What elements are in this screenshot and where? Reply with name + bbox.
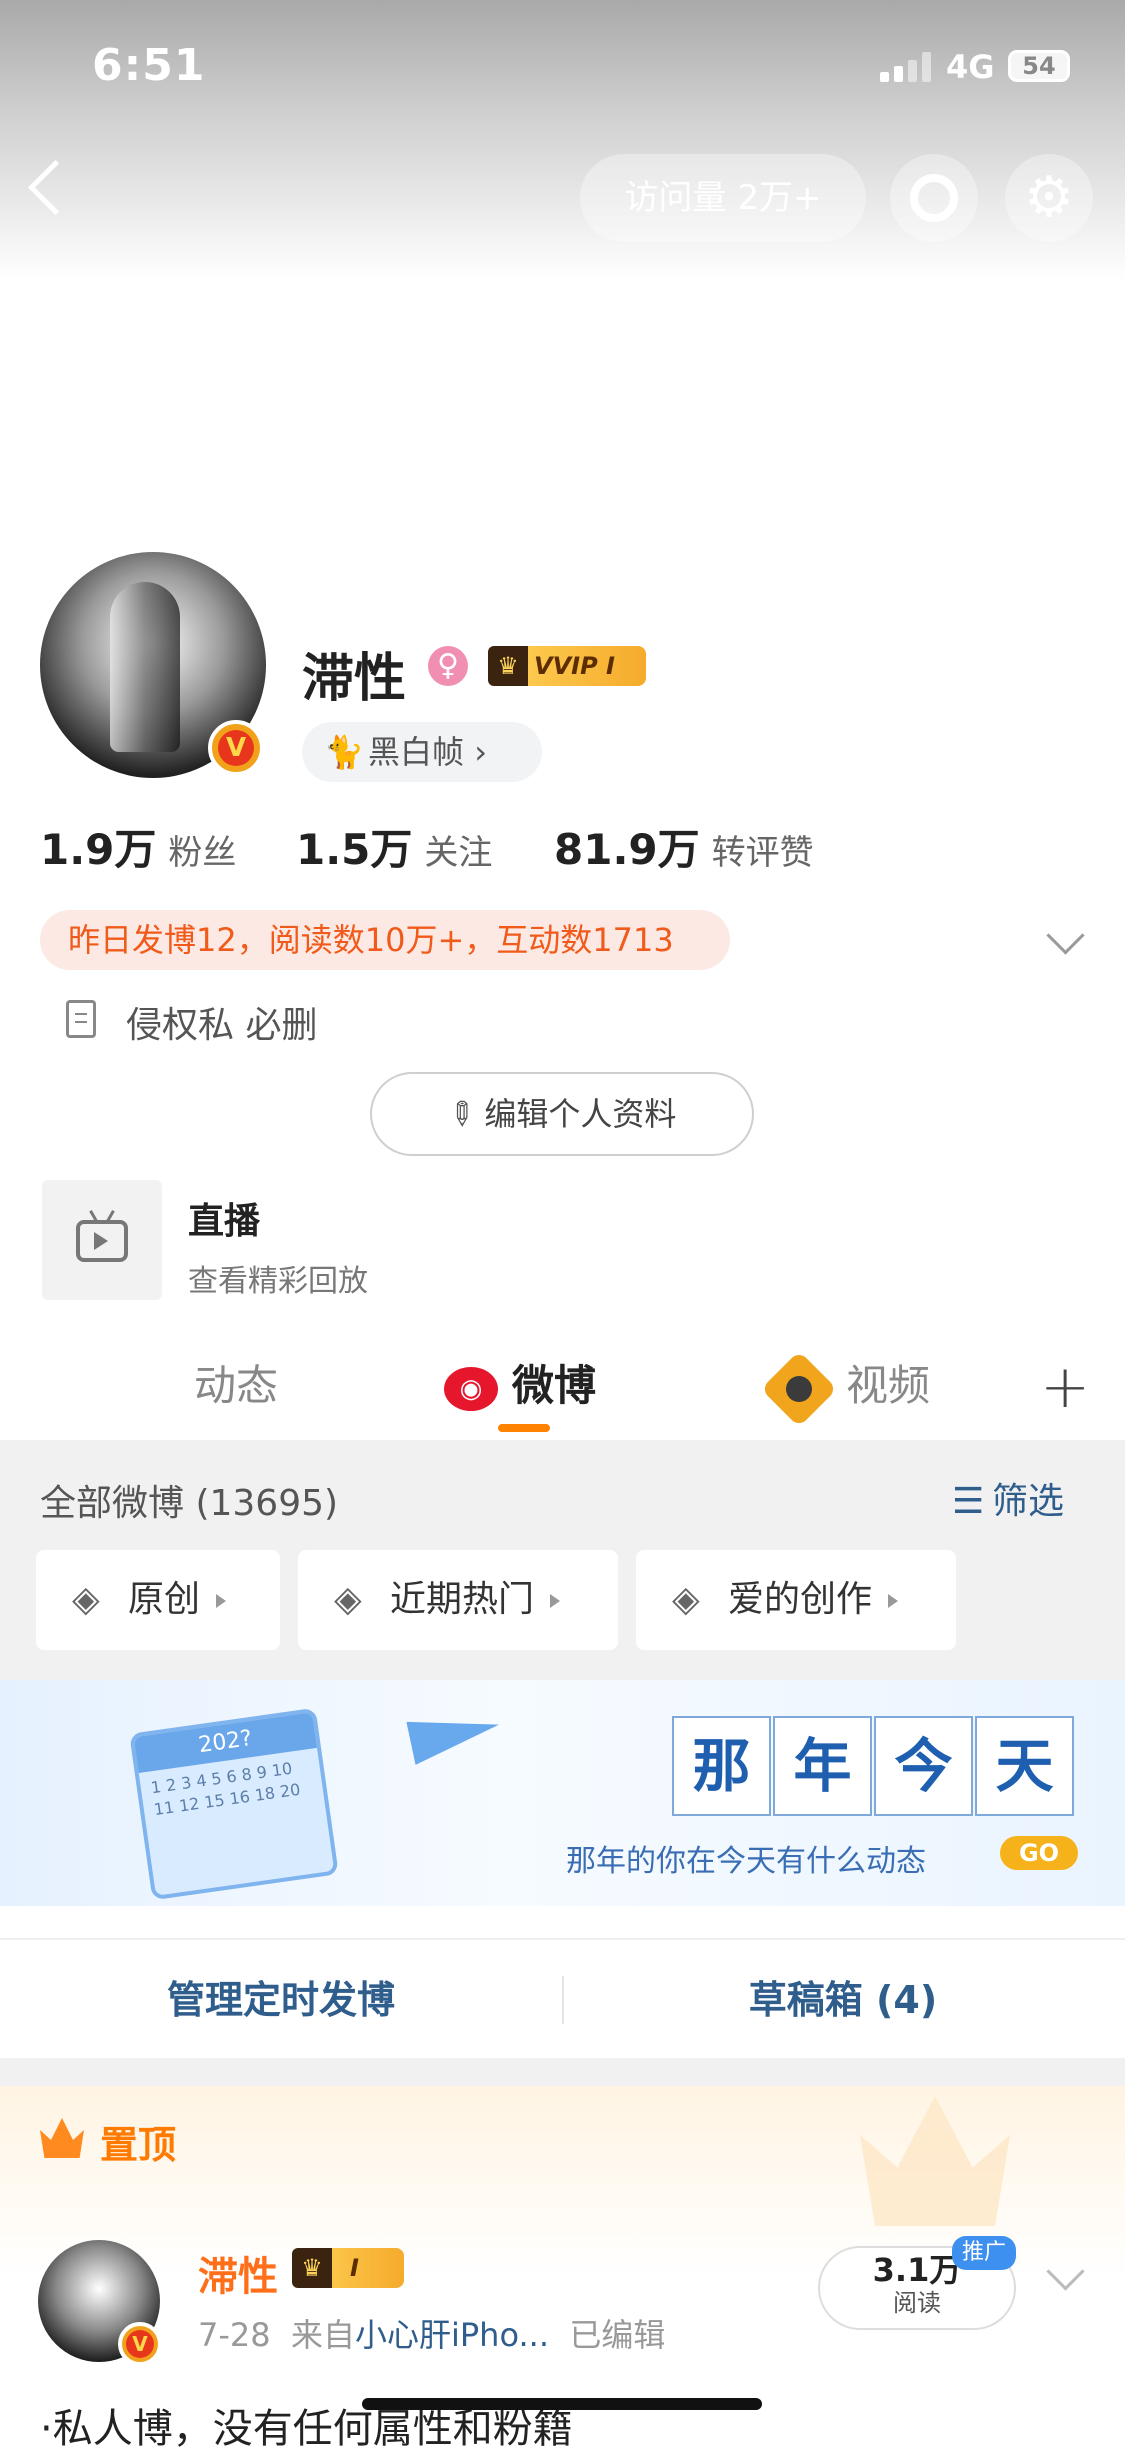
video-logo-icon xyxy=(760,1350,838,1427)
network-type: 4G xyxy=(946,48,995,86)
caret-right-icon xyxy=(888,1594,899,1608)
status-time: 6:51 xyxy=(92,40,206,91)
active-tab-indicator xyxy=(498,1424,550,1432)
verified-badge-small: V xyxy=(118,2322,162,2366)
post-source[interactable]: 小心肝iPho... xyxy=(355,2316,549,2354)
home-indicator xyxy=(362,2398,762,2410)
profile-bio: 侵权私 必删 xyxy=(126,1005,318,1046)
layers-icon: ◈ xyxy=(334,1579,362,1620)
section-separator xyxy=(0,2058,1125,2086)
pinned-label: 置顶 xyxy=(100,2123,177,2167)
profile-name: 滞性 xyxy=(302,649,407,709)
signal-icon xyxy=(880,52,932,82)
filter-icon: ☰ xyxy=(952,1481,985,1522)
likes-stat[interactable]: 81.9万 转评赞 xyxy=(554,816,814,877)
tv-icon xyxy=(76,1220,128,1262)
ring-icon xyxy=(910,174,958,222)
on-this-day-title: 那年今天 xyxy=(672,1716,1076,1816)
tab-video[interactable]: 视频 xyxy=(760,1350,930,1427)
caret-right-icon xyxy=(216,1594,227,1608)
live-title[interactable]: 直播 xyxy=(188,1192,260,1244)
calendar-icon: 202? 1 2 3 4 5 6 8 9 10 11 12 15 16 18 2… xyxy=(129,1707,339,1901)
post-meta: 7-28 来自小心肝iPho... 已编辑 xyxy=(198,2316,666,2354)
promote-badge[interactable]: 推广 xyxy=(952,2236,1017,2270)
add-tab-icon[interactable]: + xyxy=(1040,1352,1090,1422)
chevron-down-icon[interactable] xyxy=(1046,916,1085,955)
female-icon: ♀ xyxy=(428,646,468,686)
tab-weibo[interactable]: ◉ 微博 xyxy=(444,1352,596,1413)
cat-icon: 🐈 xyxy=(324,733,364,771)
tab-dynamics[interactable]: 动态 xyxy=(194,1352,278,1413)
following-stat[interactable]: 1.5万 关注 xyxy=(296,816,492,877)
weibo-count: 全部微博 (13695) xyxy=(40,1483,339,1524)
profile-tabs: 动态 ◉ 微博 视频 xyxy=(0,1330,1125,1440)
profile-tag[interactable]: 🐈 黑白帧 › xyxy=(302,722,542,782)
post-vip-badge: ♛ I xyxy=(292,2248,404,2288)
vvip-badge[interactable]: ♛ VVIP I xyxy=(488,646,646,686)
drafts-button[interactable]: 草稿箱 (4) xyxy=(562,1940,1124,2060)
chip-original[interactable]: ◈ 原创 xyxy=(36,1550,280,1650)
scheduled-posts-button[interactable]: 管理定时发博 xyxy=(0,1940,562,2060)
crown-icon: ♛ xyxy=(488,646,528,686)
chip-recent-hot[interactable]: ◈ 近期热门 xyxy=(298,1550,618,1650)
go-button[interactable]: GO xyxy=(1000,1836,1078,1870)
caret-right-icon xyxy=(550,1594,561,1608)
live-card[interactable] xyxy=(42,1180,162,1300)
management-bar: 管理定时发博 草稿箱 (4) xyxy=(0,1938,1125,2060)
layers-icon: ◈ xyxy=(672,1579,700,1620)
crown-icon: ♛ xyxy=(292,2248,332,2288)
profile-stats: 1.9万 粉丝 1.5万 关注 81.9万 转评赞 xyxy=(40,816,1040,876)
post-author[interactable]: 滞性 xyxy=(198,2244,278,2302)
document-icon xyxy=(66,1000,96,1038)
fans-stat[interactable]: 1.9万 粉丝 xyxy=(40,816,236,877)
gear-icon: ⚙ xyxy=(1023,165,1075,230)
edit-profile-button[interactable]: ✎编辑个人资料 xyxy=(370,1072,754,1156)
filter-button[interactable]: ☰ 筛选 xyxy=(952,1472,1064,1524)
yesterday-stats[interactable]: 昨日发博12，阅读数10万+，互动数1713 xyxy=(40,910,730,970)
story-button[interactable] xyxy=(890,154,978,242)
verified-badge: V xyxy=(208,720,264,776)
battery-icon: 54 xyxy=(1008,50,1070,82)
weibo-logo-icon: ◉ xyxy=(444,1366,498,1411)
layers-icon: ◈ xyxy=(72,1579,100,1620)
settings-button[interactable]: ⚙ xyxy=(1005,154,1093,242)
chip-love-creation[interactable]: ◈ 爱的创作 xyxy=(636,1550,956,1650)
live-subtitle: 查看精彩回放 xyxy=(188,1264,368,1299)
on-this-day-subtitle: 那年的你在今天有什么动态 xyxy=(566,1844,926,1879)
visits-button[interactable]: 访问量 2万+ xyxy=(580,154,866,242)
